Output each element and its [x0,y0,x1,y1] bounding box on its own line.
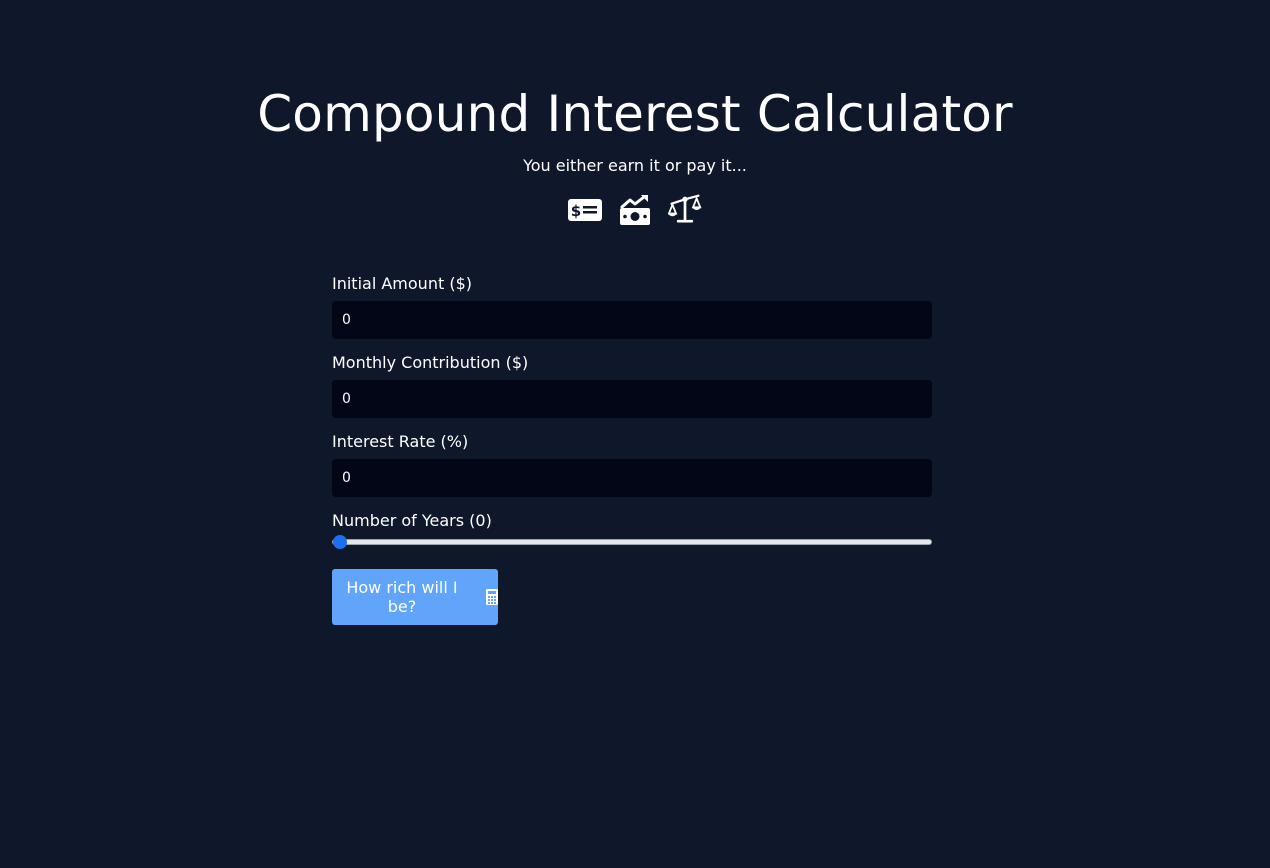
years-label: Number of Years (0) [332,511,492,530]
calculator-icon [486,589,498,605]
calculator-form: Initial Amount ($) Monthly Contribution … [332,272,932,625]
money-bill-trend-up-icon [618,193,652,227]
svg-text:$: $ [571,202,581,220]
initial-amount-input[interactable] [332,301,932,339]
years-slider-track[interactable] [332,539,932,545]
calculate-button[interactable]: How rich will I be? [332,569,498,625]
scale-balanced-icon [668,193,702,227]
header-icon-row: $ [0,193,1270,227]
years-slider-thumb[interactable] [333,535,347,549]
money-check-dollar-icon: $ [568,193,602,227]
monthly-contribution-input[interactable] [332,380,932,418]
interest-rate-label: Interest Rate (%) [332,432,469,451]
years-slider[interactable] [332,533,932,553]
page-title: Compound Interest Calculator [257,85,1013,143]
calculate-button-label: How rich will I be? [346,578,458,616]
page-subtitle: You either earn it or pay it... [523,156,747,175]
calculator-page: Compound Interest Calculator You either … [0,0,1270,868]
monthly-contribution-label: Monthly Contribution ($) [332,353,529,372]
initial-amount-label: Initial Amount ($) [332,274,472,293]
interest-rate-input[interactable] [332,459,932,497]
